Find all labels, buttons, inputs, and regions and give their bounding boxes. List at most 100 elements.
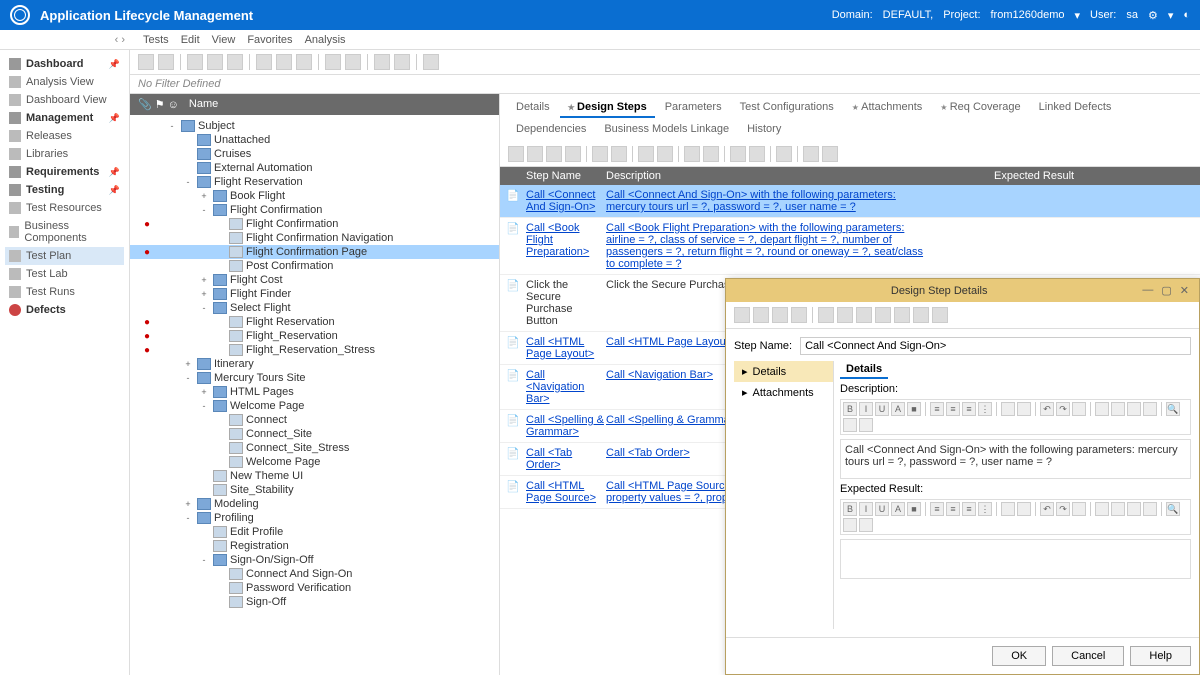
collapse-icon[interactable]: -	[182, 373, 194, 383]
tree-node[interactable]: -Flight Confirmation	[130, 203, 499, 217]
step-name-input[interactable]	[800, 337, 1191, 355]
tree-node[interactable]: Unattached	[130, 133, 499, 147]
tree-node[interactable]: Connect	[130, 413, 499, 427]
sidebar-item-releases[interactable]: Releases	[5, 127, 124, 145]
toolbar-btn[interactable]	[546, 146, 562, 162]
step-description-link[interactable]: Call <Connect And Sign-On> with the foll…	[606, 189, 934, 213]
tree-node[interactable]: ●Flight Confirmation Page	[130, 245, 499, 259]
menu-view[interactable]: View	[212, 34, 236, 46]
redo-icon[interactable]: ↷	[1056, 502, 1070, 516]
toolbar-btn[interactable]	[138, 54, 154, 70]
sidebar-item-libraries[interactable]: Libraries	[5, 145, 124, 163]
tree-node[interactable]: Connect_Site_Stress	[130, 441, 499, 455]
paste-icon[interactable]	[611, 146, 627, 162]
tree-node[interactable]: +HTML Pages	[130, 385, 499, 399]
sidebar-item-business-components[interactable]: Business Components	[5, 217, 124, 247]
undo-icon[interactable]: ↶	[1040, 502, 1054, 516]
sidebar-item-testing[interactable]: Testing📌	[5, 181, 124, 199]
tree-node[interactable]: Connect And Sign-On	[130, 567, 499, 581]
expand-icon[interactable]: +	[198, 387, 210, 397]
undo-icon[interactable]: ↶	[1040, 402, 1054, 416]
toolbar-btn[interactable]	[856, 307, 872, 323]
tree-node[interactable]: +Itinerary	[130, 357, 499, 371]
redo-icon[interactable]: ↷	[1056, 402, 1070, 416]
sidebar-item-test-resources[interactable]: Test Resources	[5, 199, 124, 217]
rtb-btn[interactable]	[1143, 402, 1157, 416]
color-icon[interactable]: ■	[907, 502, 921, 516]
toolbar-btn[interactable]	[207, 54, 223, 70]
sidebar-item-defects[interactable]: Defects	[5, 301, 124, 319]
pin-icon[interactable]: 📌	[109, 113, 120, 124]
tab-attachments[interactable]: Attachments	[844, 98, 931, 118]
delete-icon[interactable]	[565, 146, 581, 162]
toolbar-btn[interactable]	[894, 307, 910, 323]
tab-details[interactable]: Details	[508, 98, 558, 118]
rtb-btn[interactable]	[1111, 502, 1125, 516]
tree-node[interactable]: Site_Stability	[130, 483, 499, 497]
pin-icon[interactable]: 📌	[109, 167, 120, 178]
list-icon[interactable]: ⋮	[978, 502, 992, 516]
prev-icon[interactable]	[753, 307, 769, 323]
tab-history[interactable]: History	[739, 120, 789, 138]
rtb-btn[interactable]	[859, 518, 873, 532]
expand-icon[interactable]: +	[198, 275, 210, 285]
toolbar-btn[interactable]	[374, 54, 390, 70]
collapse-icon[interactable]: -	[198, 205, 210, 215]
tab-linked-defects[interactable]: Linked Defects	[1031, 98, 1120, 118]
rtb-btn[interactable]	[1127, 402, 1141, 416]
sidebar-item-test-runs[interactable]: Test Runs	[5, 283, 124, 301]
rtb-btn[interactable]	[1017, 402, 1031, 416]
collapse-icon[interactable]: -	[166, 121, 178, 131]
tab-test-configurations[interactable]: Test Configurations	[732, 98, 842, 118]
chevron-down-icon[interactable]: ▾	[1075, 9, 1081, 22]
dialog-right-tab[interactable]: Details	[840, 361, 888, 379]
toolbar-btn[interactable]	[822, 146, 838, 162]
maximize-icon[interactable]: ▢	[1161, 284, 1171, 297]
rtb-btn[interactable]	[1001, 502, 1015, 516]
sidebar-item-test-lab[interactable]: Test Lab	[5, 265, 124, 283]
search-icon[interactable]	[875, 307, 891, 323]
tree-node[interactable]: +Book Flight	[130, 189, 499, 203]
rtb-btn[interactable]	[1001, 402, 1015, 416]
filter-icon[interactable]	[227, 54, 243, 70]
tree-node[interactable]: Sign-Off	[130, 595, 499, 609]
expand-icon[interactable]: +	[182, 359, 194, 369]
toolbar-btn[interactable]	[345, 54, 361, 70]
rtb-btn[interactable]	[1095, 402, 1109, 416]
collapse-icon[interactable]: -	[198, 555, 210, 565]
search-icon[interactable]	[423, 54, 439, 70]
tree-node[interactable]: Post Confirmation	[130, 259, 499, 273]
forward-icon[interactable]: ›	[121, 34, 125, 46]
step-name-link[interactable]: Click the Secure Purchase Button	[526, 279, 606, 327]
pin-icon[interactable]: 📌	[109, 59, 120, 70]
step-name-link[interactable]: Call <Tab Order>	[526, 447, 606, 471]
rtb-btn[interactable]	[1095, 502, 1109, 516]
tab-business-models-linkage[interactable]: Business Models Linkage	[596, 120, 737, 138]
sidebar-item-dashboard-view[interactable]: Dashboard View	[5, 91, 124, 109]
font-icon[interactable]: A	[891, 502, 905, 516]
sidebar-item-test-plan[interactable]: Test Plan	[5, 247, 124, 265]
toolbar-btn[interactable]	[276, 54, 292, 70]
toolbar-btn[interactable]	[256, 54, 272, 70]
step-description-link[interactable]: Call <Book Flight Preparation> with the …	[606, 222, 934, 270]
expand-icon[interactable]: +	[182, 499, 194, 509]
rtb-btn[interactable]	[1111, 402, 1125, 416]
tree-node[interactable]: +Flight Cost	[130, 273, 499, 287]
rtb-btn[interactable]	[1072, 502, 1086, 516]
tree-node[interactable]: ●Flight_Reservation_Stress	[130, 343, 499, 357]
help-icon[interactable]: ◐	[1183, 9, 1190, 21]
tree-node[interactable]: External Automation	[130, 161, 499, 175]
pin-icon[interactable]: 📌	[109, 185, 120, 196]
copy-icon[interactable]	[592, 146, 608, 162]
toolbar-btn[interactable]	[508, 146, 524, 162]
tree-node[interactable]: ●Flight_Reservation	[130, 329, 499, 343]
list-icon[interactable]: ⋮	[978, 402, 992, 416]
toolbar-btn[interactable]	[527, 146, 543, 162]
tree-node[interactable]: +Flight Finder	[130, 287, 499, 301]
description-editor[interactable]: Call <Connect And Sign-On> with the foll…	[840, 439, 1191, 479]
tab-dependencies[interactable]: Dependencies	[508, 120, 594, 138]
toolbar-btn[interactable]	[187, 54, 203, 70]
italic-icon[interactable]: I	[859, 502, 873, 516]
rtb-btn[interactable]	[1017, 502, 1031, 516]
sidebar-item-dashboard[interactable]: Dashboard📌	[5, 55, 124, 73]
